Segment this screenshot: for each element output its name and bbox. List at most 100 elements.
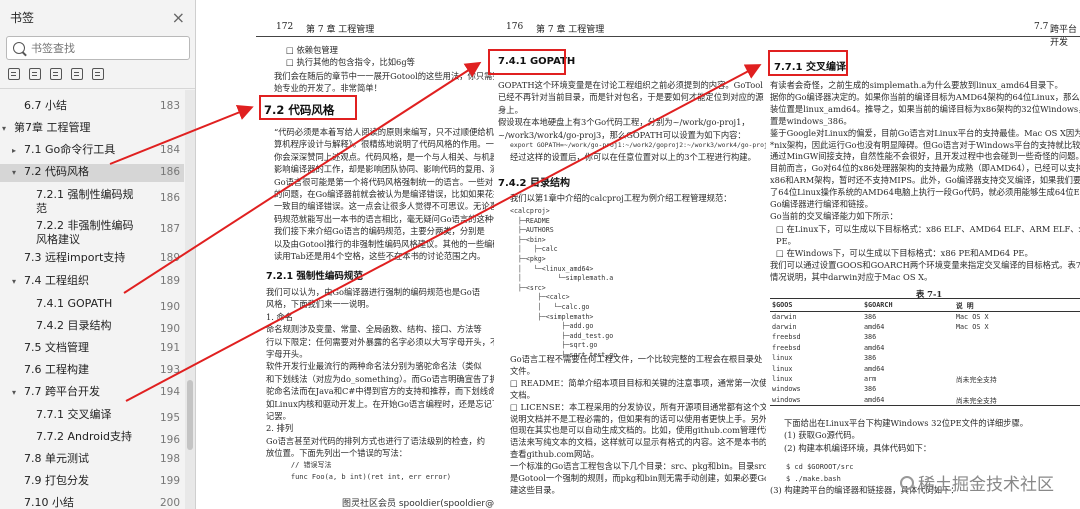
collapse-arrow-icon[interactable]: ▾ bbox=[12, 166, 16, 180]
page-177: 7.7 跨平台开发 7.7.1 交叉编译 有读者会奇怪，之前生成的simplem… bbox=[766, 0, 1080, 509]
bookmark-page-number: 190 bbox=[159, 323, 180, 335]
close-icon[interactable]: × bbox=[172, 8, 185, 27]
expand-all-icon[interactable] bbox=[8, 68, 20, 80]
table-cell: 386 bbox=[863, 354, 877, 363]
bookmark-item[interactable]: ▾ 7.2 代码风格 186 bbox=[0, 164, 184, 182]
table-cell: amd64 bbox=[861, 394, 954, 406]
tag-icon[interactable] bbox=[92, 68, 104, 80]
text-line: 我们接下来介绍Go语言的编码规范，主要分两类，分别是 bbox=[274, 226, 485, 237]
text-line: 你会深深赞同上述观点。代码风格，是一个与人相关、与机器无关 bbox=[274, 151, 494, 162]
expand-arrow-icon[interactable]: ▸ bbox=[12, 144, 16, 158]
bookmark-item[interactable]: 7.3 远程import支持 189 bbox=[0, 250, 184, 266]
bookmark-label: 7.4 工程组织 bbox=[24, 274, 89, 287]
page-header-title: 跨平台开发 bbox=[1050, 25, 1078, 48]
bookmark-page-number: 186 bbox=[159, 166, 180, 178]
collapse-arrow-icon[interactable]: ▾ bbox=[2, 122, 6, 136]
sidebar-divider bbox=[0, 88, 195, 89]
header-rule bbox=[256, 36, 494, 37]
table-cell bbox=[954, 384, 1080, 394]
bookmark-item[interactable]: 7.2.2 非强制性编码风格建议 187 bbox=[0, 218, 184, 246]
text-line: 下面给出在Linux平台下构建Windows 32位PE文件的详细步骤。 bbox=[784, 418, 1029, 428]
table-cell: amd64 bbox=[863, 323, 885, 332]
sidebar-scrollbar[interactable] bbox=[185, 90, 195, 509]
page-172: 172 第 7 章 工程管理 □ 依赖包管理 □ 执行其他的包含指令，比如6g等 … bbox=[256, 0, 494, 509]
bookmark-item[interactable]: 7.2.1 强制性编码规范 186 bbox=[0, 187, 184, 215]
text-line: Go当前的交叉编译能力如下所示： bbox=[770, 210, 898, 221]
table-row: freebsd amd64 bbox=[770, 343, 1080, 353]
text-line: 如Linux内核和驱动开发上。在开始Go语言编程时，还是忘记下 bbox=[266, 398, 494, 409]
watermark-logo-icon bbox=[900, 475, 914, 490]
text-line: 驼命名法而在Java和C#中得到官方的支持和推荐，而下划线命名 bbox=[266, 386, 494, 397]
bookmark-item[interactable]: ▾ 第7章 工程管理 bbox=[0, 120, 184, 136]
page-header-number: 176 bbox=[506, 22, 524, 32]
text-line: 行以下限定：任何需要对外暴露的名字必须以大写字母开头，不 bbox=[266, 336, 494, 347]
paragraph: 经过这样的设置后，你可以在任意位置对以上的3个工程进行构建。 bbox=[510, 152, 756, 162]
table-cell bbox=[954, 353, 1080, 363]
subsection-title-7-4-2: 7.4.2 目录结构 bbox=[498, 178, 570, 189]
table-row: darwin 386 Mac OS X bbox=[770, 312, 1080, 322]
bookmark-item[interactable]: 7.4.1 GOPATH 190 bbox=[0, 296, 184, 313]
table-row: linux amd64 bbox=[770, 363, 1080, 373]
table-cell: freebsd bbox=[772, 333, 801, 342]
bookmark-item[interactable]: 7.9 打包分发 199 bbox=[0, 473, 184, 489]
bookmark-label: 7.1 Go命令行工具 bbox=[24, 143, 116, 156]
table-row: freebsd 386 bbox=[770, 332, 1080, 342]
bookmark-item[interactable]: ▾ 7.7 跨平台开发 194 bbox=[0, 384, 184, 400]
text-line: 和下划线法（对应为do_something）。而Go语言明确宣告了拥护 bbox=[266, 373, 494, 384]
goos-goarch-table: $GOOS $GOARCH 说 明 darwin 386 Mac OS X darwin a… bbox=[770, 298, 1080, 406]
bookmark-page-number: 198 bbox=[159, 453, 180, 465]
text-line: 以及由Gotool推行的非强制性编码风格建议。其他的一些编码规范 bbox=[274, 238, 494, 249]
bookmark-label: 7.7.1 交叉编译 bbox=[36, 408, 112, 421]
add-bookmark-icon[interactable] bbox=[50, 68, 62, 80]
bookmark-search-input[interactable] bbox=[31, 41, 181, 55]
bookmark-page-number: 186 bbox=[159, 192, 180, 204]
table-cell: Mac OS X bbox=[955, 312, 989, 321]
text-line: 软件开发行业最流行的两种命名法分别为骆驼命名法（类似 bbox=[266, 361, 482, 372]
scrollbar-thumb[interactable] bbox=[187, 380, 193, 450]
text-line: (2) 构建本机编译环境，具体代码如下： bbox=[784, 442, 932, 453]
text-line: 记罢。 bbox=[266, 411, 291, 421]
collapse-arrow-icon[interactable]: ▾ bbox=[12, 275, 16, 289]
bookmark-label: 7.5 文档管理 bbox=[24, 341, 89, 354]
text-line: 始专业的开发了。非常简单！ bbox=[274, 83, 382, 94]
bookmark-item[interactable]: 6.7 小结 183 bbox=[0, 98, 184, 114]
bookmark-search-box[interactable] bbox=[6, 36, 190, 60]
bookmark-page-number: 183 bbox=[159, 100, 180, 112]
bookmark-label: 7.4.2 目录结构 bbox=[36, 319, 112, 332]
collapse-arrow-icon[interactable]: ▾ bbox=[12, 386, 16, 400]
text-line: 放位置。下面先列出一个错误的写法： bbox=[266, 448, 408, 459]
bookmark-item[interactable]: 7.10 小结 200 bbox=[0, 495, 184, 509]
bookmark-label: 7.10 小结 bbox=[24, 496, 74, 509]
table-cell: freebsd bbox=[772, 343, 801, 352]
text-line: 我们可以认为，由Go编译器进行强制的编码规范也是Go语 bbox=[266, 287, 481, 297]
bookmark-page-number: 187 bbox=[159, 223, 180, 235]
bookmark-item[interactable]: 7.7.2 Android支持 196 bbox=[0, 429, 184, 446]
bookmark-label: 7.2.1 强制性编码规范 bbox=[36, 188, 134, 215]
text-line: 命名规则涉及变量、常量、全局函数、结构、接口、方法等 bbox=[266, 324, 482, 335]
bookmark-item[interactable]: 7.4.2 目录结构 190 bbox=[0, 318, 184, 335]
page-footer: 图灵社区会员 spooldier(spooldier@1 bbox=[342, 499, 500, 509]
bookmark-page-number: 189 bbox=[159, 275, 180, 287]
bookmark-item[interactable]: 7.5 文档管理 191 bbox=[0, 340, 184, 356]
bookmark-page-number: 189 bbox=[159, 252, 180, 264]
table-row: linux arm 尚未完全支持 bbox=[770, 374, 1080, 384]
table-cell: arm bbox=[863, 375, 877, 384]
table-cell: Mac OS X bbox=[955, 323, 989, 332]
table-cell: linux bbox=[772, 375, 793, 384]
bookmark-label: 7.9 打包分发 bbox=[24, 474, 89, 487]
table-cell: 尚未完全支持 bbox=[953, 394, 1080, 406]
collapse-all-icon[interactable] bbox=[29, 68, 41, 80]
bookmark-item[interactable]: ▸ 7.1 Go命令行工具 184 bbox=[0, 142, 184, 158]
bookmark-item[interactable]: ▾ 7.4 工程组织 189 bbox=[0, 273, 184, 289]
table-cell bbox=[954, 343, 1080, 353]
text-line: 的问题，在Go编译器前就会被认为是编译错误，比如如果花括号 bbox=[274, 189, 494, 199]
bookmark-item[interactable]: 7.7.1 交叉编译 195 bbox=[0, 407, 184, 424]
bookmark-item[interactable]: 7.6 工程构建 193 bbox=[0, 362, 184, 378]
bookmark-label: 7.7.2 Android支持 bbox=[36, 430, 133, 443]
bookmark-item[interactable]: 7.8 单元测试 198 bbox=[0, 451, 184, 467]
table-cell: windows bbox=[772, 385, 801, 394]
text-line: (1) 获取Go源代码。 bbox=[784, 430, 860, 441]
text-line: 2. 排列 bbox=[266, 423, 294, 434]
table-cell: 386 bbox=[863, 385, 877, 394]
delete-bookmark-icon[interactable] bbox=[71, 68, 83, 80]
